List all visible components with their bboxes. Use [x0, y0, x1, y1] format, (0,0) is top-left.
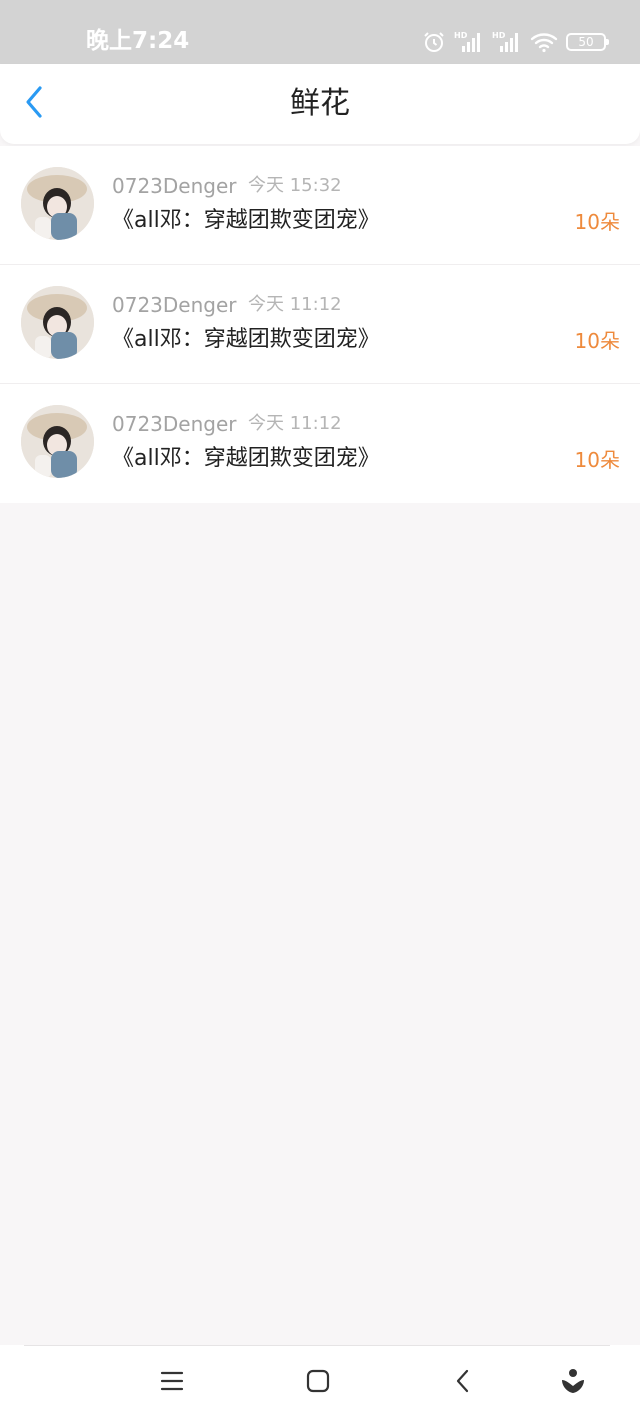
user-name[interactable]: 0723Denger — [112, 292, 237, 318]
time-stamp: 今天 11:12 — [248, 413, 342, 434]
time-stamp: 今天 15:32 — [248, 175, 342, 196]
alarm-icon — [422, 30, 446, 54]
status-bar: 晚上7:24 HD HD 50 — [0, 0, 640, 64]
flower-count: 10朵 — [574, 210, 620, 234]
user-name[interactable]: 0723Denger — [112, 173, 237, 199]
wifi-icon — [530, 30, 558, 54]
nav-bar — [0, 1345, 640, 1422]
app-header: 鲜花 — [0, 64, 640, 144]
assistant-icon — [560, 1367, 586, 1399]
list-item[interactable]: 0723Denger 今天 11:12 《all邓：穿越团欺变团宠》 10朵 — [0, 265, 640, 384]
menu-icon — [159, 1369, 185, 1397]
list-item[interactable]: 0723Denger 今天 11:12 《all邓：穿越团欺变团宠》 10朵 — [0, 384, 640, 503]
list-item[interactable]: 0723Denger 今天 15:32 《all邓：穿越团欺变团宠》 10朵 — [0, 146, 640, 265]
avatar[interactable] — [21, 405, 94, 478]
status-icons: HD HD 50 — [422, 28, 609, 56]
avatar[interactable] — [21, 286, 94, 359]
flower-count: 10朵 — [574, 329, 620, 353]
flower-list: 0723Denger 今天 15:32 《all邓：穿越团欺变团宠》 10朵 0… — [0, 146, 640, 503]
svg-text:HD: HD — [454, 31, 468, 40]
assistant-button[interactable] — [557, 1367, 589, 1399]
time-stamp: 今天 11:12 — [248, 294, 342, 315]
back-icon — [454, 1368, 472, 1398]
signal-hd-icon: HD — [492, 30, 522, 54]
signal-hd-icon: HD — [454, 30, 484, 54]
user-name[interactable]: 0723Denger — [112, 411, 237, 437]
page-title: 鲜花 — [290, 86, 350, 121]
back-nav-button[interactable] — [447, 1367, 479, 1399]
battery-icon: 50 — [566, 33, 609, 51]
book-title[interactable]: 《all邓：穿越团欺变团宠》 — [112, 444, 380, 474]
battery-level: 50 — [578, 35, 594, 49]
status-time: 晚上7:24 — [86, 28, 190, 54]
home-button[interactable] — [302, 1367, 334, 1399]
avatar[interactable] — [21, 167, 94, 240]
nav-divider — [24, 1345, 610, 1346]
screen: 晚上7:24 HD HD 50 鲜花 0723Denger 今天 15:32 《… — [0, 0, 640, 1422]
flower-count: 10朵 — [574, 448, 620, 472]
book-title[interactable]: 《all邓：穿越团欺变团宠》 — [112, 325, 380, 355]
book-title[interactable]: 《all邓：穿越团欺变团宠》 — [112, 206, 380, 236]
menu-button[interactable] — [156, 1367, 188, 1399]
home-icon — [305, 1368, 331, 1398]
svg-text:HD: HD — [492, 31, 506, 40]
